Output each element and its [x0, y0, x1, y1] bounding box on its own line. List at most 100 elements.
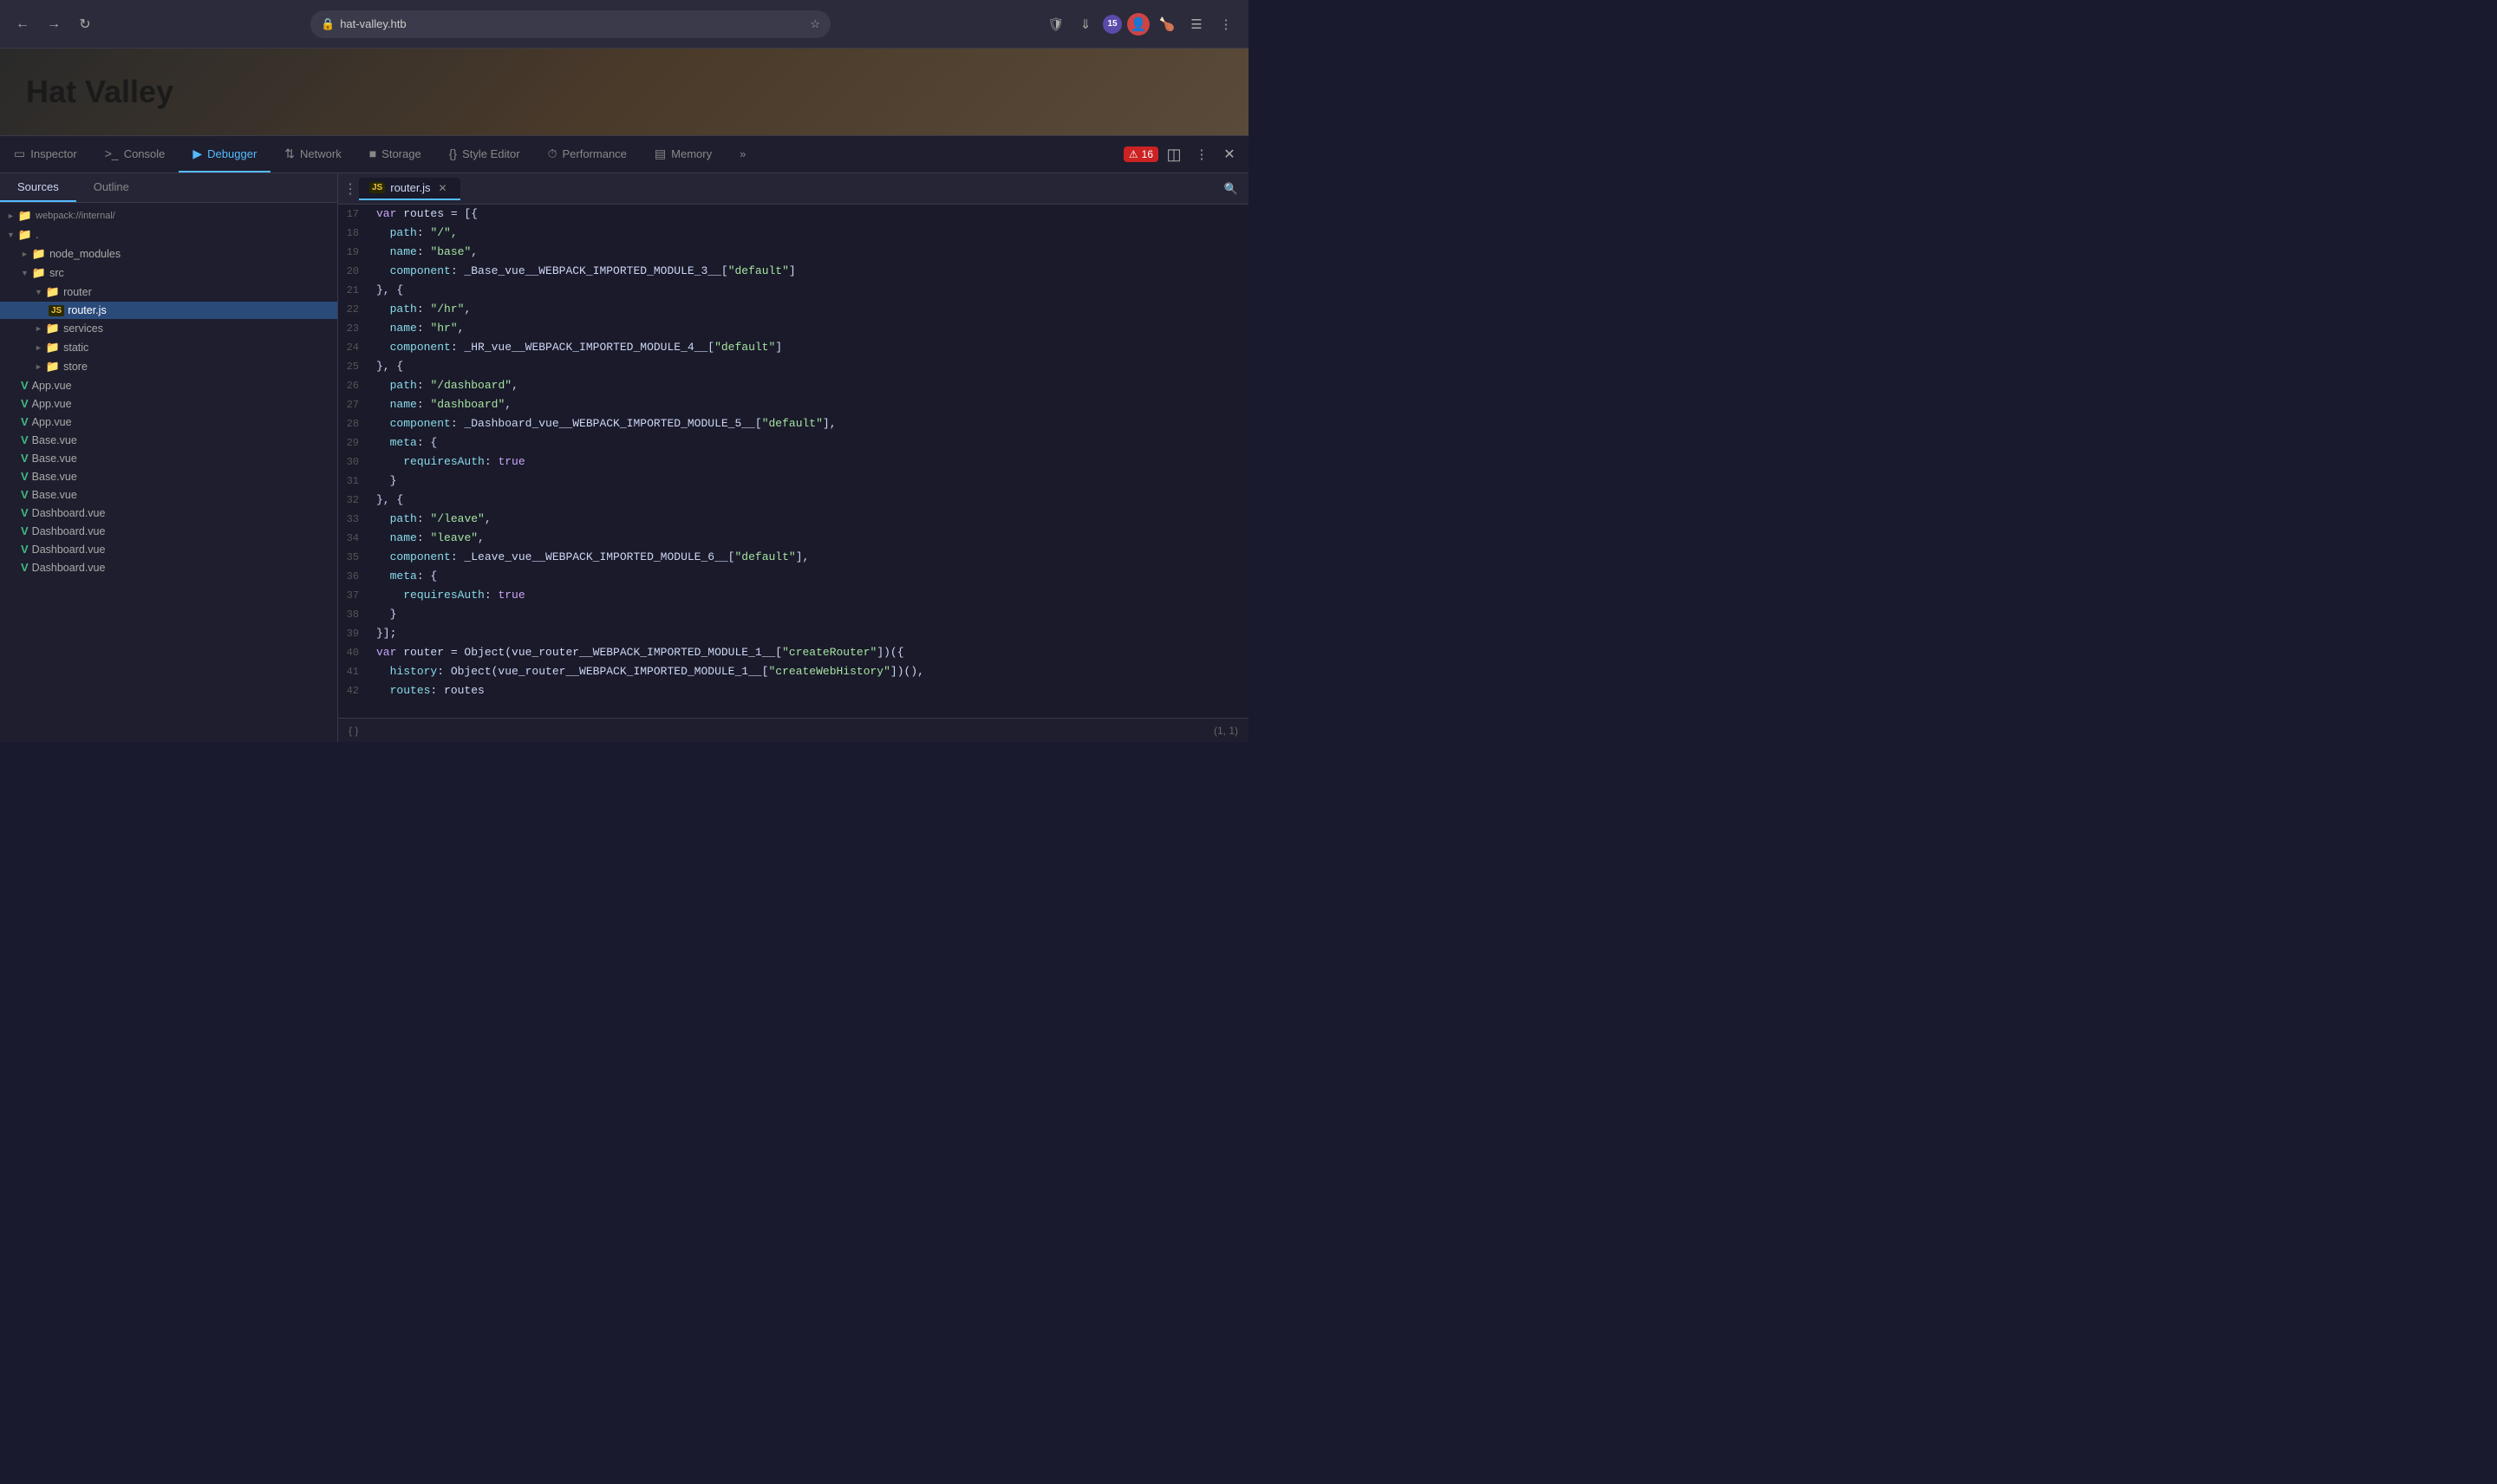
arrow-icon: ► — [21, 250, 29, 258]
code-panel: ⋮ JS router.js ✕ 🔍 17 var routes = [{ 18… — [338, 173, 1248, 742]
tab-network[interactable]: ⇅ Network — [271, 136, 355, 172]
tab-storage[interactable]: ■ Storage — [355, 136, 435, 172]
console-icon: >_ — [105, 146, 119, 160]
arrow-open-icon: ▼ — [7, 231, 15, 239]
address-bar[interactable]: 🔒 hat-valley.htb ☆ — [310, 10, 831, 38]
debugger-icon: ▶ — [192, 146, 202, 161]
tab-more[interactable]: » — [726, 136, 760, 172]
code-line: 42 routes: routes — [338, 681, 1248, 700]
tab-outline[interactable]: Outline — [76, 173, 147, 202]
tree-item-router[interactable]: ▼ 📁 router — [0, 283, 337, 302]
error-count: 16 — [1142, 148, 1153, 160]
tab-console[interactable]: >_ Console — [91, 136, 179, 172]
tree-item-webpack[interactable]: ► 📁 webpack://internal/ — [0, 206, 337, 225]
code-line: 24 component: _HR_vue__WEBPACK_IMPORTED_… — [338, 338, 1248, 357]
code-line: 36 meta: { — [338, 567, 1248, 586]
tab-style-editor[interactable]: {} Style Editor — [435, 136, 534, 172]
tree-item-dot[interactable]: ▼ 📁 . — [0, 225, 337, 244]
arrow-open-icon: ▼ — [21, 269, 29, 277]
error-badge[interactable]: ⚠ 16 — [1124, 146, 1158, 162]
folder-icon: 📁 — [46, 285, 60, 299]
tree-item-node-modules[interactable]: ► 📁 node_modules — [0, 244, 337, 264]
devtools-toolbar-right: ⚠ 16 ◫ ⋮ ✕ — [1124, 136, 1248, 172]
url-text: hat-valley.htb — [340, 17, 406, 30]
tab-memory[interactable]: ▤ Memory — [641, 136, 726, 172]
sidebar-tabs: Sources Outline — [0, 173, 337, 203]
back-button[interactable]: ← — [10, 12, 35, 36]
arrow-icon: ► — [7, 212, 15, 220]
download-icon-btn[interactable]: ⇓ — [1073, 12, 1098, 36]
extensions-btn[interactable]: ☰ — [1184, 12, 1209, 36]
website-header: Hat Valley — [0, 49, 1248, 135]
code-line: 41 history: Object(vue_router__WEBPACK_I… — [338, 662, 1248, 681]
tree-item-app-vue-2[interactable]: V App.vue — [0, 394, 337, 413]
js-tab-icon: JS — [369, 182, 385, 193]
tree-item-dashboard-vue-4[interactable]: V Dashboard.vue — [0, 558, 337, 576]
vue-file-icon: V — [21, 488, 29, 501]
arrow-open-icon: ▼ — [35, 288, 42, 296]
code-tabs-right: 🔍 — [1217, 179, 1245, 199]
vue-file-icon: V — [21, 470, 29, 483]
menu-btn[interactable]: ⋮ — [1214, 12, 1238, 36]
tab-sources[interactable]: Sources — [0, 173, 76, 202]
tree-item-dashboard-vue-3[interactable]: V Dashboard.vue — [0, 540, 337, 558]
code-line: 19 name: "base", — [338, 243, 1248, 262]
forward-button[interactable]: → — [42, 12, 66, 36]
code-line: 40 var router = Object(vue_router__WEBPA… — [338, 643, 1248, 662]
code-line: 17 var routes = [{ — [338, 205, 1248, 224]
performance-icon: ⏱ — [548, 146, 557, 161]
code-line: 26 path: "/dashboard", — [338, 376, 1248, 395]
ext-icon-btn[interactable]: 🍗 — [1155, 12, 1179, 36]
folder-icon: 📁 — [46, 341, 60, 355]
devtools-more-btn[interactable]: ⋮ — [1190, 142, 1214, 166]
devtools-toolbar: ▭ Inspector >_ Console ▶ Debugger ⇅ Netw… — [0, 135, 1248, 173]
vue-file-icon: V — [21, 415, 29, 428]
split-view-btn[interactable]: ◫ — [1162, 142, 1186, 166]
tree-item-app-vue-3[interactable]: V App.vue — [0, 413, 337, 431]
arrow-icon: ► — [35, 343, 42, 352]
folder-icon: 📁 — [32, 266, 46, 280]
search-code-icon[interactable]: 🔍 — [1217, 179, 1245, 199]
code-tabs: ⋮ JS router.js ✕ 🔍 — [338, 173, 1248, 205]
code-line: 22 path: "/hr", — [338, 300, 1248, 319]
tree-item-dashboard-vue-1[interactable]: V Dashboard.vue — [0, 504, 337, 522]
reload-button[interactable]: ↻ — [73, 12, 97, 36]
tree-item-dashboard-vue-2[interactable]: V Dashboard.vue — [0, 522, 337, 540]
avatar-btn[interactable]: 👤 — [1127, 13, 1150, 36]
code-line: 39 }]; — [338, 624, 1248, 643]
vue-file-icon: V — [21, 561, 29, 574]
shield-icon-btn[interactable]: 🛡 — [1044, 12, 1068, 36]
tree-item-router-js[interactable]: JS router.js — [0, 302, 337, 319]
tab-debugger[interactable]: ▶ Debugger — [179, 136, 271, 172]
code-tab-close-btn[interactable]: ✕ — [435, 181, 449, 195]
vue-file-icon: V — [21, 433, 29, 446]
tree-item-src[interactable]: ▼ 📁 src — [0, 264, 337, 283]
tree-item-static[interactable]: ► 📁 static — [0, 338, 337, 357]
code-content[interactable]: 17 var routes = [{ 18 path: "/", 19 name… — [338, 205, 1248, 718]
folder-icon: 📁 — [46, 360, 60, 374]
code-line: 28 component: _Dashboard_vue__WEBPACK_IM… — [338, 414, 1248, 433]
tree-item-base-vue-1[interactable]: V Base.vue — [0, 431, 337, 449]
code-tab-router-js[interactable]: JS router.js ✕ — [359, 178, 460, 200]
tree-item-base-vue-2[interactable]: V Base.vue — [0, 449, 337, 467]
profile-badge[interactable]: 15 — [1103, 15, 1122, 34]
vue-file-icon: V — [21, 543, 29, 556]
code-line: 33 path: "/leave", — [338, 510, 1248, 529]
vue-file-icon: V — [21, 506, 29, 519]
tab-inspector[interactable]: ▭ Inspector — [0, 136, 91, 172]
tree-item-services[interactable]: ► 📁 services — [0, 319, 337, 338]
tree-item-base-vue-4[interactable]: V Base.vue — [0, 485, 337, 504]
code-line: 21 }, { — [338, 281, 1248, 300]
code-line: 18 path: "/", — [338, 224, 1248, 243]
code-line: 27 name: "dashboard", — [338, 395, 1248, 414]
code-line: 31 } — [338, 472, 1248, 491]
tab-performance[interactable]: ⏱ Performance — [534, 136, 641, 172]
tree-item-app-vue-1[interactable]: V App.vue — [0, 376, 337, 394]
devtools-close-btn[interactable]: ✕ — [1217, 142, 1242, 166]
network-icon: ⇅ — [284, 146, 295, 161]
tree-item-base-vue-3[interactable]: V Base.vue — [0, 467, 337, 485]
format-icon[interactable]: { } — [349, 725, 358, 737]
devtools-main: Sources Outline ► 📁 webpack://internal/ … — [0, 173, 1248, 742]
sidebar-toggle-icon[interactable]: ⋮ — [342, 180, 359, 198]
tree-item-store[interactable]: ► 📁 store — [0, 357, 337, 376]
